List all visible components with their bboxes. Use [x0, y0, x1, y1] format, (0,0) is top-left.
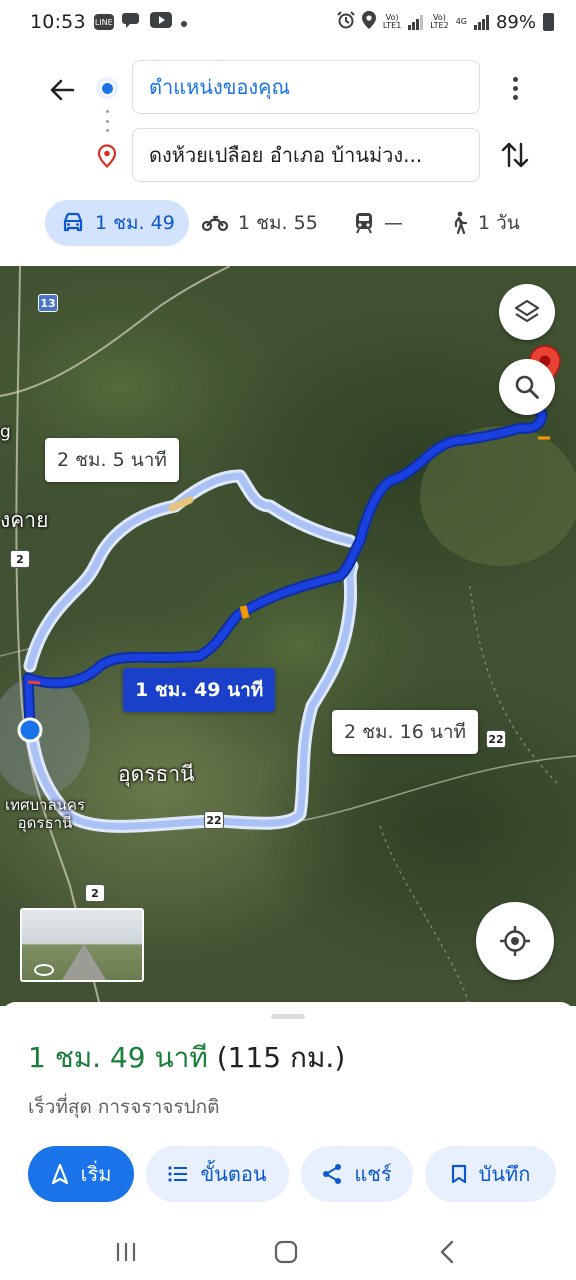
- home-button[interactable]: [266, 1232, 306, 1272]
- gps-crosshair-icon: [500, 926, 530, 956]
- mode-motorcycle-label: 1 ชม. 55: [238, 212, 318, 234]
- steps-button[interactable]: ขั้นตอน: [146, 1146, 289, 1202]
- mode-car-tab[interactable]: 1 ชม. 49: [45, 200, 189, 246]
- destination-field[interactable]: ดงห้วยเปลือย อำเภอ บ้านม่วง...: [132, 128, 480, 182]
- walking-icon: [454, 211, 468, 235]
- swap-vertical-icon: [501, 142, 529, 168]
- route-subtitle: เร็วที่สุด การจราจรปกติ: [28, 1096, 220, 1118]
- street-view-thumbnail[interactable]: [20, 908, 144, 982]
- status-time: 10:53: [30, 11, 86, 33]
- layers-icon: [514, 299, 540, 323]
- mode-transit-tab[interactable]: —: [354, 200, 403, 246]
- arrow-back-icon: [50, 79, 75, 101]
- chat-bubble-icon: [121, 11, 142, 34]
- duration-distance: (115 กม.): [216, 1041, 346, 1074]
- train-icon: [356, 213, 372, 234]
- car-icon: [63, 212, 83, 232]
- start-button[interactable]: เริ่ม: [28, 1146, 134, 1202]
- origin-field[interactable]: ตำแหน่งของคุณ: [132, 60, 480, 114]
- highway-shield: 22: [204, 811, 224, 829]
- bookmark-icon: [451, 1164, 466, 1184]
- place-label-nong-khai: งคาย: [0, 508, 49, 532]
- route-actions: เริ่ม ขั้นตอน แชร์ บันทึก: [0, 1146, 576, 1202]
- share-icon: [323, 1164, 342, 1184]
- highway-shield: 22: [486, 730, 506, 748]
- back-button[interactable]: [42, 70, 82, 110]
- more-options-button[interactable]: [500, 70, 530, 106]
- search-icon: [515, 375, 539, 399]
- route-connector-dots: [105, 110, 109, 132]
- mode-motorcycle-tab[interactable]: 1 ชม. 55: [202, 200, 318, 246]
- map-layers-button[interactable]: [499, 284, 555, 340]
- mode-transit-label: —: [384, 212, 403, 234]
- route-label-alt-south[interactable]: 2 ชม. 16 นาที: [332, 710, 479, 754]
- signal-icon: [473, 14, 489, 30]
- motorcycle-icon: [202, 215, 228, 232]
- map-search-button[interactable]: [499, 359, 555, 415]
- alarm-icon: [337, 10, 355, 34]
- swap-locations-button[interactable]: [496, 136, 534, 174]
- sheet-drag-handle[interactable]: [271, 1014, 305, 1019]
- mode-walk-label: 1 วัน: [478, 212, 520, 234]
- directions-header: ตำแหน่งของคุณ ดงห้วยเปลือย อำเภอ บ้านม่ว…: [0, 44, 576, 266]
- status-bar: 10:53 LINE Vo) LTE1 Vo) LTE2 4G 89%: [0, 0, 576, 44]
- recent-apps-button[interactable]: [106, 1232, 146, 1272]
- navigation-arrow-icon: [51, 1163, 68, 1185]
- battery-icon: [543, 13, 554, 31]
- sim2-indicator: Vo) LTE2: [430, 13, 449, 30]
- battery-percent: 89%: [495, 11, 536, 33]
- network-type: 4G: [455, 17, 467, 26]
- home-icon: [274, 1240, 298, 1264]
- destination-pin-icon: [96, 144, 118, 168]
- place-label-udon-thani: อุดรธานี: [118, 762, 195, 786]
- save-button[interactable]: บันทึก: [425, 1146, 556, 1202]
- list-icon: [168, 1166, 188, 1182]
- route-label-main[interactable]: 1 ชม. 49 นาที: [123, 668, 276, 712]
- place-label-udon-municipality: เทศบาลนคร อุดรธานี: [4, 796, 86, 832]
- highway-shield: 2: [85, 884, 105, 902]
- share-button[interactable]: แชร์: [301, 1146, 413, 1202]
- signal-icon: [408, 14, 424, 30]
- recent-apps-icon: [116, 1243, 136, 1261]
- street-view-rotate-icon: [34, 964, 54, 976]
- place-label-edge: g: [0, 422, 11, 442]
- origin-dot-icon: [96, 77, 118, 99]
- highway-shield: 2: [10, 550, 30, 568]
- notification-dot-icon: [180, 11, 188, 33]
- chevron-left-icon: [440, 1240, 454, 1264]
- mode-walk-tab[interactable]: 1 วัน: [450, 200, 520, 246]
- route-summary-sheet: 1 ชม. 49 นาที (115 กม.) เร็วที่สุด การจร…: [0, 1002, 576, 1280]
- route-duration: 1 ชม. 49 นาที (115 กม.): [28, 1036, 345, 1080]
- youtube-icon: [149, 11, 172, 33]
- location-icon: [361, 10, 376, 34]
- line-app-icon: LINE: [93, 14, 114, 30]
- sim1-indicator: Vo) LTE1: [382, 13, 402, 30]
- map-view[interactable]: 2 ชม. 5 นาที 1 ชม. 49 นาที 2 ชม. 16 นาที…: [0, 266, 576, 1006]
- duration-time: 1 ชม. 49 นาที: [28, 1041, 208, 1074]
- system-back-button[interactable]: [428, 1232, 468, 1272]
- highway-shield: 13: [38, 294, 58, 312]
- travel-mode-bar: 1 ชม. 49 1 ชม. 55 — 1 วัน: [0, 200, 576, 246]
- route-label-alt-north[interactable]: 2 ชม. 5 นาที: [45, 438, 179, 482]
- my-location-button[interactable]: [476, 902, 554, 980]
- system-navigation-bar: [0, 1222, 576, 1280]
- mode-car-label: 1 ชม. 49: [95, 212, 175, 234]
